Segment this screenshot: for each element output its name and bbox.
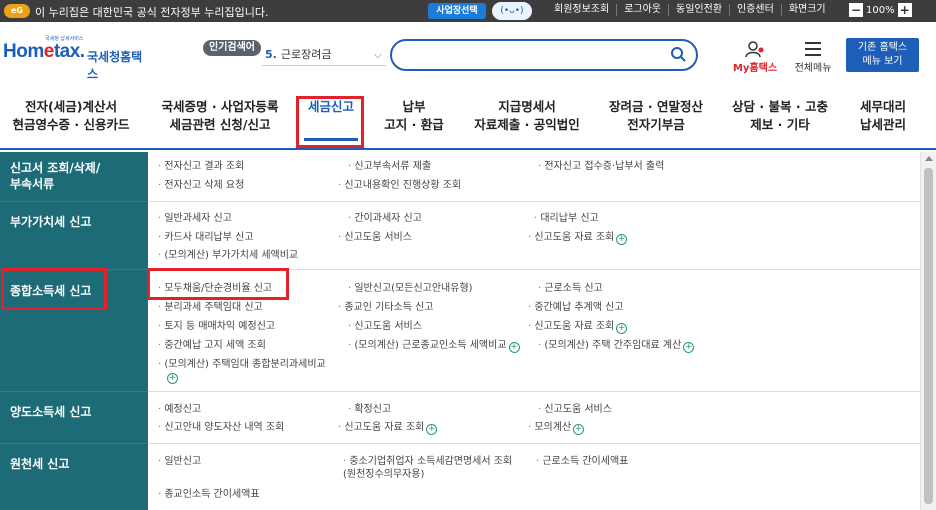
link-e-filing-result[interactable]: 전자신고 결과 조회: [158, 160, 244, 173]
egov-logo: eG: [4, 4, 30, 18]
link-general-taxpayer[interactable]: 일반과세자 신고: [158, 212, 232, 225]
nav-payment[interactable]: 납부 고지 · 환급: [380, 98, 448, 134]
link-filing-help-transfer[interactable]: 신고도움 서비스: [538, 403, 612, 416]
hot-keyword-select[interactable]: 5. 근로장려금 ⌵: [262, 44, 386, 66]
hot-keyword-label: 인기검색어: [203, 40, 261, 56]
zoom-value: 100%: [866, 4, 895, 16]
nav-consult[interactable]: 상담 · 불복 · 고충 제보 · 기타: [730, 98, 830, 134]
highlight-nav-tax-filing: [296, 96, 364, 148]
link-land-gain[interactable]: 토지 등 매매차익 예정신고: [158, 320, 275, 333]
scroll-thumb[interactable]: [924, 168, 933, 504]
link-earned-income[interactable]: 근로소득 신고: [538, 282, 602, 295]
link-simplified-taxpayer[interactable]: 간이과세자 신고: [348, 212, 422, 225]
business-select-button[interactable]: 사업장선택: [428, 3, 486, 19]
plus-circle-icon[interactable]: +: [616, 323, 628, 334]
logout-link[interactable]: 로그아웃: [616, 4, 668, 16]
hamburger-icon: [805, 42, 821, 56]
link-religious-income[interactable]: 종교인 기타소득 신고: [338, 301, 433, 314]
zoom-control: − 100% +: [849, 3, 912, 17]
link-help-data-transfer[interactable]: 신고도움 자료 조회+: [338, 421, 438, 435]
switch-user-link[interactable]: 동일인전환: [668, 4, 729, 16]
link-filing-help[interactable]: 신고도움 서비스: [338, 231, 412, 244]
plus-circle-icon[interactable]: +: [683, 342, 695, 353]
nav-incentive[interactable]: 장려금 · 연말정산 전자기부금: [604, 98, 708, 134]
link-general-return[interactable]: 일반신고(모든신고안내유형): [348, 282, 472, 295]
chatbot-icon[interactable]: (•ᴗ•): [492, 2, 532, 20]
section-return-inquiry: 전자신고 결과 조회 신고부속서류 제출 전자신고 접수증·납부서 출력 전자신…: [148, 152, 920, 202]
link-housing-rental-simulation[interactable]: (모의계산) 주택임대 종합분리과세비교: [158, 358, 325, 371]
highlight-income-tax: [1, 268, 107, 310]
link-preliminary-return[interactable]: 예정신고: [158, 403, 201, 416]
logo-korean: 국세청홈택스: [87, 50, 143, 81]
scroll-up-icon[interactable]: [925, 156, 933, 161]
link-filing-help-income[interactable]: 신고도움 서비스: [348, 320, 422, 333]
link-sme-exemption[interactable]: 중소기업취업자 소득세감면명세서 조회 (원천징수의무자용): [343, 455, 512, 481]
link-housing-rental[interactable]: 분리과세 주택임대 신고: [158, 301, 262, 314]
zoom-in-button[interactable]: +: [897, 3, 912, 17]
all-menu-button[interactable]: 전체메뉴: [790, 40, 836, 74]
header: 국세청 납세서비스 Hometax. 국세청홈택스 인기검색어 5. 근로장려금 …: [0, 22, 936, 92]
link-earned-income-table[interactable]: 근로소득 간이세액표: [536, 455, 628, 468]
plus-circle-icon[interactable]: +: [573, 424, 585, 435]
my-hometax-button[interactable]: My홈택스: [730, 40, 780, 74]
link-delete-request[interactable]: 전자신고 삭제 요청: [158, 179, 244, 192]
plus-circle-icon[interactable]: +: [616, 234, 628, 245]
plus-circle-icon[interactable]: +: [167, 373, 178, 384]
link-receipt-print[interactable]: 전자신고 접수증·납부서 출력: [538, 160, 664, 173]
section-vat: 일반과세자 신고 간이과세자 신고 대리납부 신고 카드사 대리납부 신고 신고…: [148, 202, 920, 270]
link-general-filing[interactable]: 일반신고: [158, 455, 201, 468]
link-religious-income-table[interactable]: 종교인소득 간이세액표: [158, 488, 259, 501]
hometax-logo[interactable]: 국세청 납세서비스 Hometax. 국세청홈택스: [3, 36, 153, 81]
section-transfer-tax: 예정신고 확정신고 신고도움 서비스 신고안내 양도자산 내역 조회 신고도움 …: [148, 392, 920, 444]
link-help-data[interactable]: 신고도움 자료 조회+: [528, 231, 628, 245]
link-attachment-submit[interactable]: 신고부속서류 제출: [348, 160, 431, 173]
logo-wordmark: Hometax.: [3, 41, 85, 62]
search-input[interactable]: [390, 39, 698, 71]
link-help-data-income[interactable]: 신고도움 자료 조회+: [528, 320, 628, 334]
link-proxy-payment[interactable]: 대리납부 신고: [534, 212, 598, 225]
link-interim-notice[interactable]: 중간예납 고지 세액 조회: [158, 339, 266, 352]
sidebar-item-withholding-tax[interactable]: 원천세 신고: [0, 444, 148, 510]
link-interim-estimate[interactable]: 중간예납 추계액 신고: [528, 301, 623, 314]
link-progress-inquiry[interactable]: 신고내용확인 진행상황 조회: [338, 179, 461, 192]
link-final-return[interactable]: 확정신고: [348, 403, 391, 416]
nav-payment-statement[interactable]: 지급명세서 자료제출 · 공익법인: [470, 98, 584, 134]
link-card-proxy-payment[interactable]: 카드사 대리납부 신고: [158, 231, 253, 244]
nav-tax-agent[interactable]: 세무대리 납세관리: [852, 98, 914, 134]
sidebar-item-vat[interactable]: 부가가치세 신고: [0, 202, 148, 270]
chevron-down-icon: ⌵: [373, 48, 382, 61]
zoom-out-button[interactable]: −: [849, 3, 863, 17]
link-simulation[interactable]: 모의계산+: [528, 421, 585, 435]
link-transfer-asset[interactable]: 신고안내 양도자산 내역 조회: [158, 421, 284, 434]
gov-top-bar: eG 이 누리집은 대한민국 공식 전자정부 누리집입니다. 사업장선택 (•ᴗ…: [0, 0, 936, 22]
highlight-all-filled-return: [147, 268, 289, 300]
nav-e-invoice[interactable]: 전자(세금)계산서 현금영수증 · 신용카드: [12, 98, 130, 134]
link-deemed-rent-simulation[interactable]: (모의계산) 주택 간주임대료 계산+: [538, 339, 695, 353]
section-withholding-tax: 일반신고 중소기업취업자 소득세감면명세서 조회 (원천징수의무자용) 근로소득…: [148, 444, 920, 510]
sidebar-item-return-inquiry[interactable]: 신고서 조회/삭제/ 부속서류: [0, 152, 148, 202]
sidebar-item-transfer-tax[interactable]: 양도소득세 신고: [0, 392, 148, 444]
link-vat-simulation[interactable]: (모의계산) 부가가치세 세액비교: [158, 249, 298, 262]
link-religious-simulation[interactable]: (모의계산) 근로종교인소득 세액비교+: [348, 339, 520, 353]
member-info-link[interactable]: 회원정보조회: [547, 4, 616, 16]
main-nav: 전자(세금)계산서 현금영수증 · 신용카드 국세증명 · 사업자등록 세금관련…: [0, 92, 936, 150]
old-menu-button[interactable]: 기존 홈택스 메뉴 보기: [846, 38, 919, 72]
cert-center-link[interactable]: 인증센터: [729, 4, 781, 16]
sidebar: 신고서 조회/삭제/ 부속서류 부가가치세 신고 종합소득세 신고 양도소득세 …: [0, 152, 148, 510]
top-links: 회원정보조회 로그아웃 동일인전환 인증센터 화면크기: [547, 4, 833, 16]
search-icon[interactable]: [670, 46, 686, 62]
plus-circle-icon[interactable]: +: [426, 424, 438, 435]
screen-size-label: 화면크기: [780, 4, 833, 16]
gov-notice-text: 이 누리집은 대한민국 공식 전자정부 누리집입니다.: [35, 6, 269, 19]
submenu-panel: 전자신고 결과 조회 신고부속서류 제출 전자신고 접수증·납부서 출력 전자신…: [148, 152, 920, 510]
scrollbar[interactable]: [920, 152, 936, 510]
nav-tax-certificate[interactable]: 국세증명 · 사업자등록 세금관련 신청/신고: [158, 98, 282, 134]
plus-circle-icon[interactable]: +: [508, 342, 520, 353]
user-icon: [745, 41, 764, 58]
